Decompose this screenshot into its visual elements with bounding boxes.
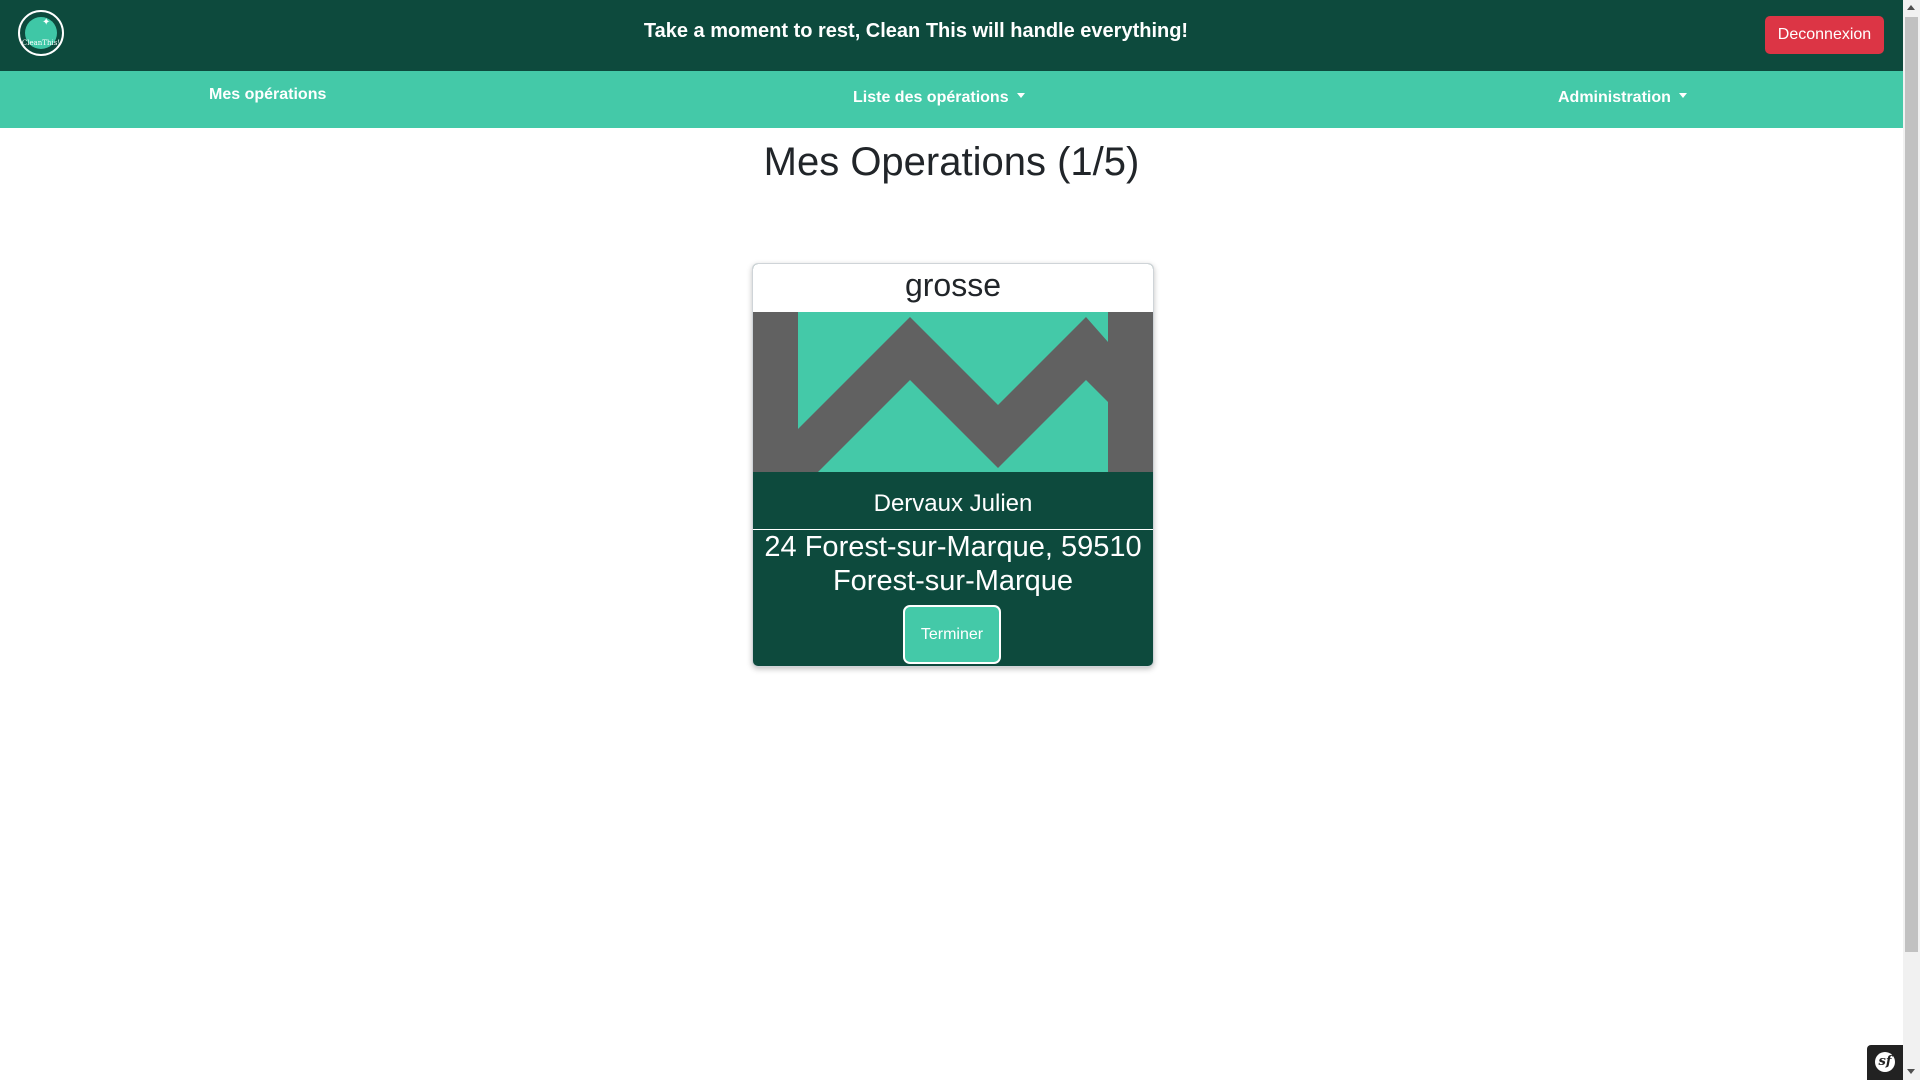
nav-mes-operations[interactable]: Mes opérations — [209, 86, 326, 104]
client-address: 24 Forest-sur-Marque, 59510 Forest-sur-M… — [764, 531, 1142, 597]
client-name: Dervaux Julien — [873, 490, 1033, 517]
symfony-icon: sf — [1875, 1052, 1895, 1072]
scroll-thumb[interactable] — [1905, 17, 1918, 952]
page-title: Mes Operations (1/5) — [763, 140, 1140, 184]
operation-card: grosse Dervaux Julien 24 Forest-sur-Marq… — [752, 263, 1154, 667]
operation-type: grosse — [753, 264, 1153, 312]
nav-administration-dropdown[interactable]: Administration — [1558, 89, 1687, 107]
top-header: ✦ CleanThis! Take a moment to rest, Clea… — [0, 0, 1903, 71]
nav-mes-operations-label: Mes opérations — [209, 86, 327, 103]
page: ✦ CleanThis! Take a moment to rest, Clea… — [0, 0, 1920, 1080]
scroll-down-icon[interactable] — [1907, 1069, 1915, 1074]
symfony-toolbar-toggle[interactable]: sf — [1867, 1045, 1903, 1080]
nav-liste-operations-label: Liste des opérations — [853, 89, 1009, 106]
nav-administration-label: Administration — [1558, 89, 1671, 106]
logout-button[interactable]: Deconnexion — [1765, 16, 1884, 54]
nav-liste-operations-dropdown[interactable]: Liste des opérations — [853, 89, 1025, 107]
caret-down-icon — [1678, 93, 1687, 99]
scroll-up-icon[interactable] — [1907, 5, 1915, 10]
operation-image — [753, 312, 1153, 472]
main-navbar: Mes opérations Liste des opérations Admi… — [0, 71, 1903, 128]
header-tagline: Take a moment to rest, Clean This will h… — [643, 20, 1189, 42]
vertical-scrollbar[interactable] — [1903, 0, 1920, 1080]
caret-down-icon — [1016, 93, 1025, 99]
finish-button[interactable]: Terminer — [903, 605, 1001, 664]
